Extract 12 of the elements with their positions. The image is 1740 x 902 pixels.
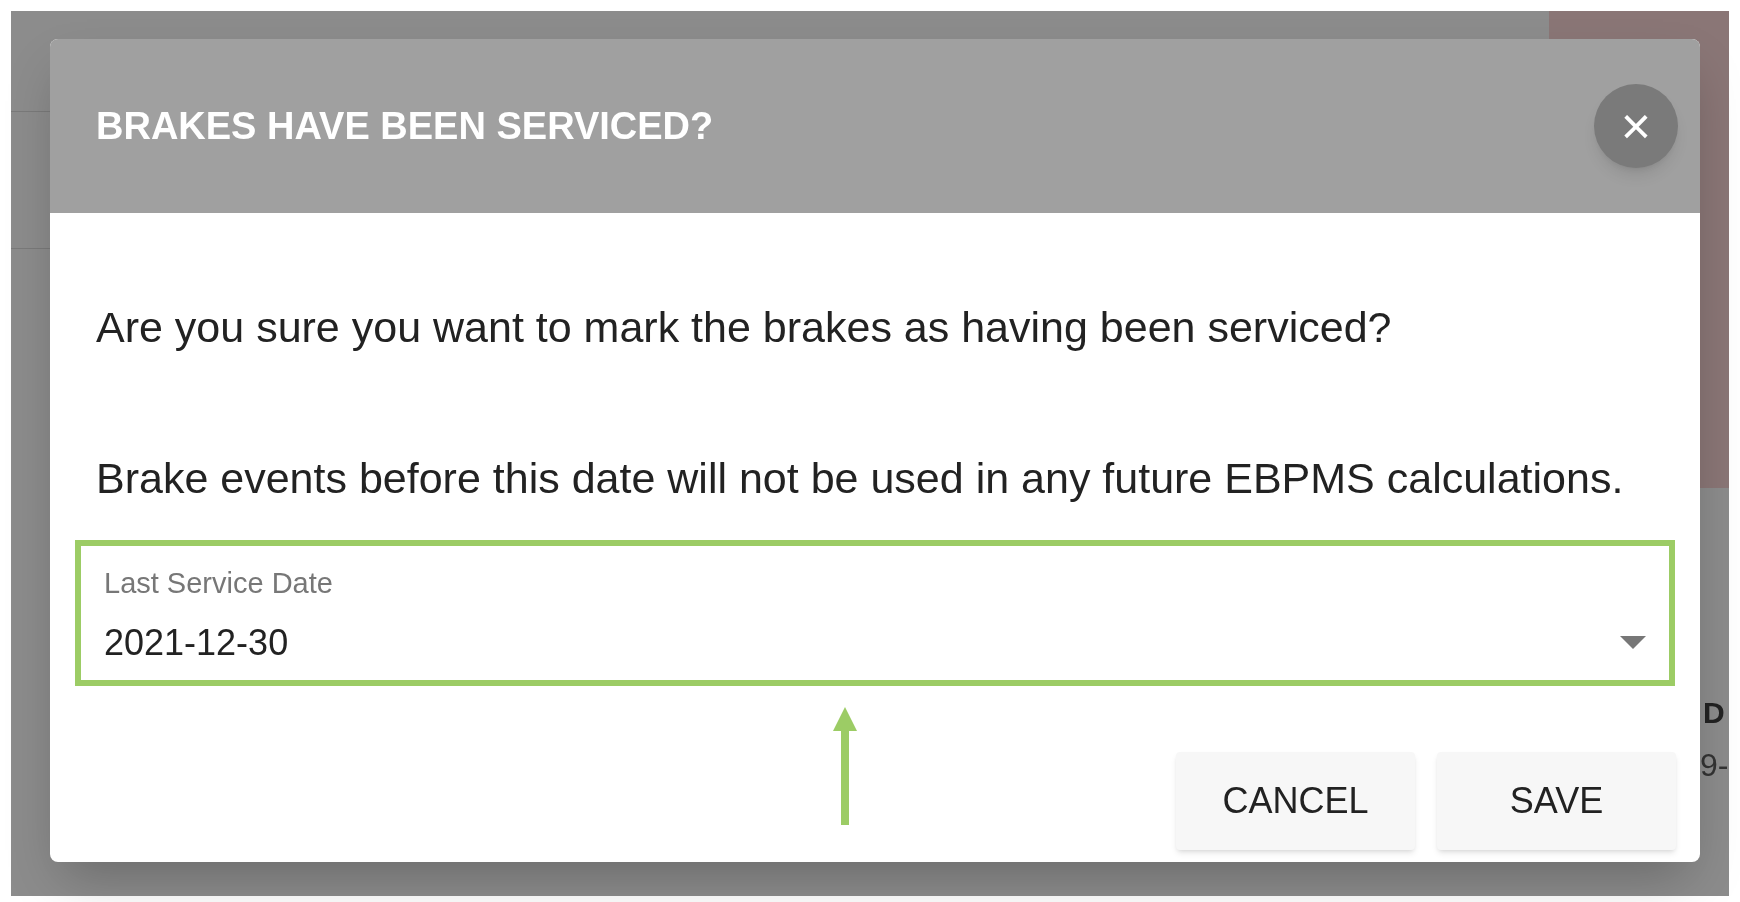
dialog-message: Brake events before this date will not be used in any future EBPMS calculations.	[96, 452, 1625, 504]
close-button[interactable]: ×	[1594, 84, 1678, 168]
date-field[interactable]: Last Service Date 2021-12-30	[75, 540, 1675, 686]
dialog-title: BRAKES HAVE BEEN SERVICED?	[96, 103, 714, 149]
field-value: 2021-12-30	[104, 620, 289, 665]
label-text: D	[1703, 695, 1725, 731]
dialog-message: Are you sure you want to mark the brakes as having been serviced?	[96, 302, 1393, 353]
date-text: 9-	[1700, 746, 1729, 785]
dropdown-caret-icon	[1620, 635, 1646, 650]
dialog-button[interactable]: CANCEL	[1176, 752, 1415, 850]
field-label: Last Service Date	[104, 566, 334, 601]
dialog-button[interactable]: SAVE	[1437, 752, 1676, 850]
